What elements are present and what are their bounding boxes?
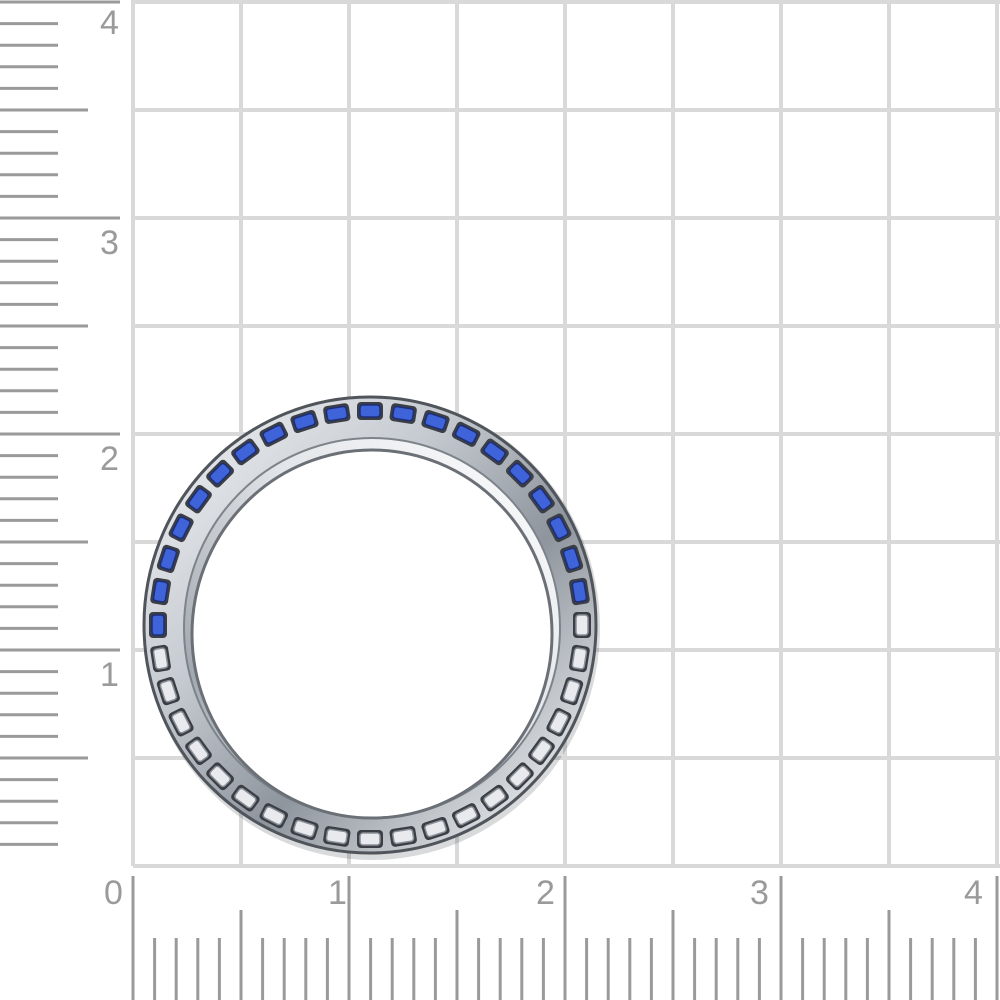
setting-cup xyxy=(152,647,169,670)
ring xyxy=(142,395,600,860)
ruler-x-label-2: 2 xyxy=(536,874,555,912)
ruler-x-labels: 0 1 2 3 4 xyxy=(104,874,983,912)
sapphire-stone xyxy=(149,612,167,638)
ruler-x-label-1: 1 xyxy=(328,874,347,912)
setting-cup xyxy=(575,614,589,636)
empty-setting xyxy=(573,612,591,638)
stone-gem xyxy=(151,614,165,636)
vertical-ruler xyxy=(0,0,120,846)
stone-gem xyxy=(392,405,415,422)
setting-cup xyxy=(325,828,348,845)
ruler-y-label-4: 4 xyxy=(100,4,119,42)
ring-hole xyxy=(192,450,552,818)
stone-gem xyxy=(571,580,588,603)
ruler-x-label-0: 0 xyxy=(104,874,123,912)
sapphire-stone xyxy=(357,402,383,420)
ruler-x-label-3: 3 xyxy=(750,874,769,912)
setting-cup xyxy=(392,828,415,845)
empty-setting xyxy=(357,830,383,848)
setting-cup xyxy=(571,647,588,670)
ruler-y-labels: 4 3 2 1 xyxy=(100,4,119,694)
ruler-x-label-4: 4 xyxy=(964,874,983,912)
setting-cup xyxy=(359,832,381,846)
ruler-y-label-2: 2 xyxy=(100,440,119,478)
stone-gem xyxy=(152,580,169,603)
ruler-y-label-1: 1 xyxy=(100,656,119,694)
horizontal-ruler xyxy=(131,876,999,1000)
stone-gem xyxy=(325,405,348,422)
ruler-y-label-3: 3 xyxy=(100,224,119,262)
ring-photo-scene: 4 3 2 1 0 1 2 3 4 xyxy=(0,0,1000,1000)
stone-gem xyxy=(359,404,381,418)
